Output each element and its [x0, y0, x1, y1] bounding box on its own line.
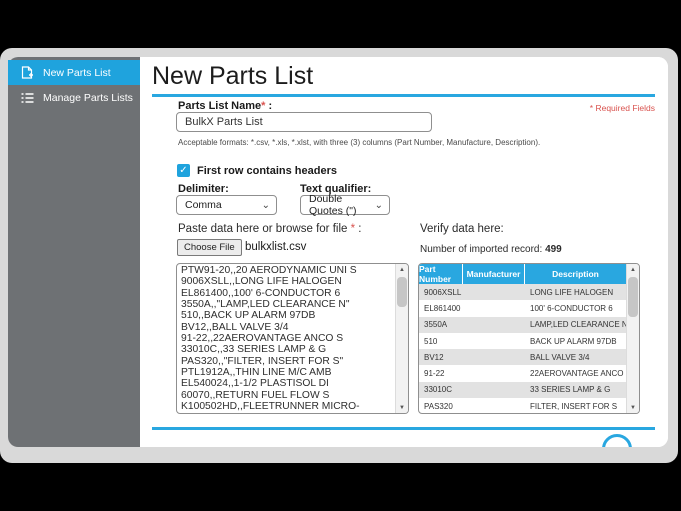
table-row[interactable]: 9006XSLL LONG LIFE HALOGEN — [419, 284, 626, 300]
paste-data-text[interactable]: PTW91-20,,20 AERODYNAMIC UNI S 9006XSLL,… — [177, 264, 395, 413]
sidebar-item-manage-parts-lists[interactable]: Manage Parts Lists — [8, 85, 140, 110]
table-cell — [463, 382, 525, 398]
chevron-down-icon: ⌄ — [375, 200, 383, 211]
title-divider — [152, 94, 655, 97]
chosen-file-name: bulkxlist.csv — [245, 241, 306, 253]
table-cell — [463, 365, 525, 381]
table-cell — [463, 317, 525, 333]
sidebar-item-label: Manage Parts Lists — [43, 92, 133, 104]
main-content: New Parts List * Required Fields Parts L… — [140, 57, 668, 447]
table-cell: BV12 — [419, 349, 463, 365]
column-header-part-number: Part Number — [419, 264, 463, 284]
paste-data-label: Paste data here or browse for file * : — [178, 223, 362, 235]
chevron-down-icon: ⌄ — [262, 200, 270, 211]
table-row[interactable]: 3550A LAMP,LED CLEARANCE N — [419, 317, 626, 333]
table-cell — [463, 284, 525, 300]
scroll-up-icon[interactable]: ▲ — [396, 264, 408, 275]
textarea-scrollbar[interactable]: ▲ ▼ — [395, 264, 408, 413]
table-cell: BACK UP ALARM 97DB — [525, 333, 626, 349]
table-cell: PAS320 — [419, 398, 463, 414]
scroll-down-icon[interactable]: ▼ — [627, 402, 639, 413]
table-row[interactable]: EL861400 100' 6-CONDUCTOR 6 — [419, 300, 626, 316]
imported-count-value: 499 — [545, 244, 562, 255]
table-cell: 22AEROVANTAGE ANCO S — [525, 365, 626, 381]
table-cell: 510 — [419, 333, 463, 349]
column-header-description: Description — [525, 264, 626, 284]
list-icon — [20, 91, 34, 105]
page-title: New Parts List — [152, 62, 313, 91]
bottom-divider — [152, 427, 655, 430]
table-row[interactable]: 91-22 22AEROVANTAGE ANCO S — [419, 365, 626, 381]
table-cell — [463, 333, 525, 349]
verify-table: Part Number Manufacturer Description 900… — [418, 263, 640, 414]
table-row[interactable]: BV12 BALL VALVE 3/4 — [419, 349, 626, 365]
choose-file-button[interactable]: Choose File — [177, 239, 242, 256]
table-cell: BALL VALVE 3/4 — [525, 349, 626, 365]
sidebar-item-new-parts-list[interactable]: New Parts List — [8, 60, 140, 85]
sidebar-item-label: New Parts List — [43, 67, 111, 79]
verify-table-main: Part Number Manufacturer Description 900… — [419, 264, 626, 413]
table-cell — [463, 398, 525, 414]
column-header-manufacturer: Manufacturer — [463, 264, 525, 284]
first-row-headers-label: First row contains headers — [197, 165, 337, 177]
app-window: New Parts List Manage Parts Lists New Pa… — [8, 57, 668, 447]
table-cell: 3550A — [419, 317, 463, 333]
qualifier-selected-value: Double Quotes (") — [309, 193, 371, 217]
sidebar: New Parts List Manage Parts Lists — [8, 57, 140, 447]
scroll-down-icon[interactable]: ▼ — [396, 402, 408, 413]
document-plus-icon — [20, 66, 34, 80]
screen: New Parts List Manage Parts Lists New Pa… — [0, 0, 681, 511]
parts-list-name-input[interactable] — [176, 112, 432, 132]
delimiter-select[interactable]: Comma ⌄ — [176, 195, 277, 215]
verify-table-header: Part Number Manufacturer Description — [419, 264, 626, 284]
verify-table-body: 9006XSLL LONG LIFE HALOGEN EL861400 100' 6-… — [419, 284, 626, 414]
paste-data-textarea[interactable]: PTW91-20,,20 AERODYNAMIC UNI S 9006XSLL,… — [176, 263, 409, 414]
app-window-frame: New Parts List Manage Parts Lists New Pa… — [0, 48, 678, 463]
parts-list-name-label: Parts List Name* : — [178, 100, 272, 112]
table-cell: 9006XSLL — [419, 284, 463, 300]
required-fields-note: * Required Fields — [590, 103, 655, 113]
help-bubble-button[interactable] — [602, 434, 632, 447]
table-cell: 33 SERIES LAMP & G — [525, 382, 626, 398]
verify-data-label: Verify data here: — [420, 223, 504, 235]
table-cell: 100' 6-CONDUCTOR 6 — [525, 300, 626, 316]
table-cell: 33010C — [419, 382, 463, 398]
table-cell — [463, 300, 525, 316]
delimiter-selected-value: Comma — [185, 199, 222, 211]
scroll-up-icon[interactable]: ▲ — [627, 264, 639, 275]
table-row[interactable]: 33010C 33 SERIES LAMP & G — [419, 382, 626, 398]
table-cell: FILTER, INSERT FOR S — [525, 398, 626, 414]
textarea-scrollbar-thumb[interactable] — [397, 277, 407, 307]
table-cell: LONG LIFE HALOGEN — [525, 284, 626, 300]
table-cell — [463, 349, 525, 365]
table-scrollbar-thumb[interactable] — [628, 277, 638, 317]
imported-record-count: Number of imported record: 499 — [420, 244, 562, 255]
table-cell: EL861400 — [419, 300, 463, 316]
check-icon: ✓ — [179, 165, 187, 176]
delimiter-label: Delimiter: — [178, 183, 229, 195]
first-row-headers-checkbox[interactable]: ✓ — [177, 164, 190, 177]
table-scrollbar[interactable]: ▲ ▼ — [626, 264, 639, 413]
table-row[interactable]: PAS320 FILTER, INSERT FOR S — [419, 398, 626, 414]
formats-note: Acceptable formats: *.csv, *.xls, *.xlst… — [178, 138, 540, 147]
table-row[interactable]: 510 BACK UP ALARM 97DB — [419, 333, 626, 349]
table-cell: LAMP,LED CLEARANCE N — [525, 317, 626, 333]
table-cell: 91-22 — [419, 365, 463, 381]
text-qualifier-select[interactable]: Double Quotes (") ⌄ — [300, 195, 390, 215]
